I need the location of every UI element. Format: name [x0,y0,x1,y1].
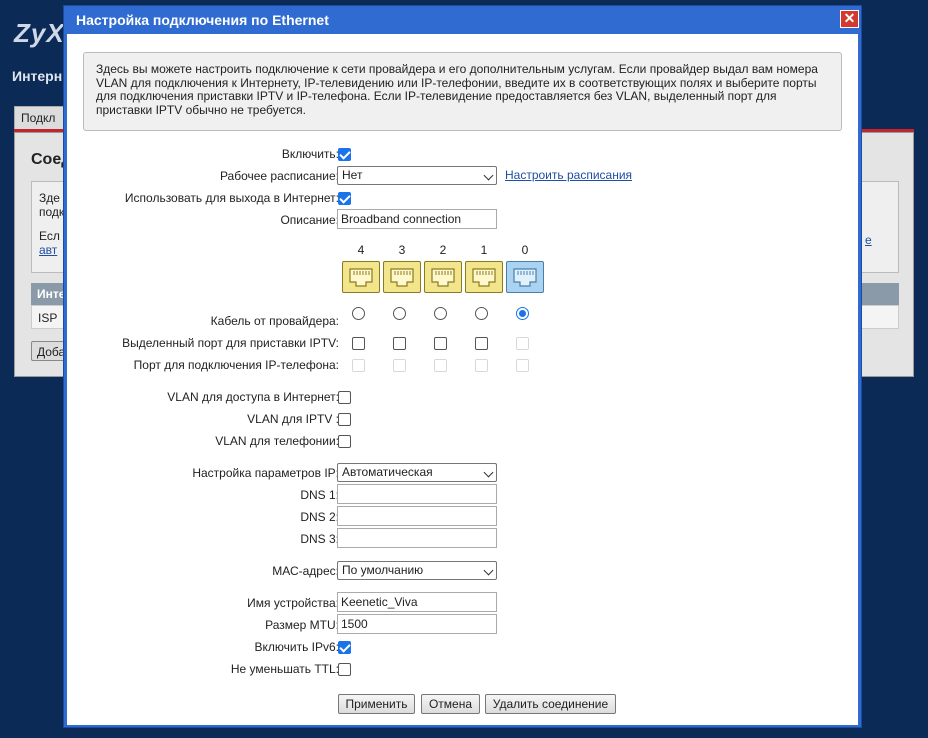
phone-port-checkbox-4 [352,359,365,372]
dns1-label: DNS 1: [300,488,339,502]
schedule-select[interactable]: Нет [337,166,497,185]
device-name-label: Имя устройства: [247,596,339,610]
iptv-port-checkbox-0 [516,337,529,350]
ethernet-port-icon [383,261,421,293]
iptv-port-checkbox-2[interactable] [434,337,447,350]
ttl-label: Не уменьшать TTL: [230,662,339,676]
provider-cable-radio-4[interactable] [352,307,365,320]
dns3-input[interactable] [337,528,497,548]
vlan-phone-label: VLAN для телефонии: [215,434,339,448]
ip-settings-label: Настройка параметров IP: [192,466,339,480]
chevron-down-icon [483,565,494,576]
dns2-label: DNS 2: [300,510,339,524]
vlan-phone-checkbox[interactable] [338,435,351,448]
description-label: Описание: [280,213,339,227]
panel-text-line: Зде подк [39,191,65,219]
port-number: 3 [398,243,406,257]
use-internet-label: Использовать для выхода в Интернет: [124,191,339,205]
ipv6-checkbox[interactable] [338,641,351,654]
vlan-internet-label: VLAN для доступа в Интернет: [167,390,339,404]
provider-cable-radio-2[interactable] [434,307,447,320]
ttl-checkbox[interactable] [338,663,351,676]
mac-select[interactable]: По умолчанию [337,561,497,580]
ethernet-port-icon [342,261,380,293]
port-number: 0 [521,243,529,257]
iptv-port-checkbox-1[interactable] [475,337,488,350]
port-number: 2 [439,243,447,257]
phone-port-label: Порт для подключения IP-телефона: [133,358,339,372]
mtu-input[interactable]: 1500 [337,614,497,634]
port-number: 1 [480,243,488,257]
ethernet-port-icon [424,261,462,293]
phone-port-checkbox-0 [516,359,529,372]
iptv-port-checkbox-4[interactable] [352,337,365,350]
dialog-body: Здесь вы можете настроить подключение к … [67,34,858,725]
cancel-button[interactable]: Отмена [421,694,480,714]
iptv-port-checkbox-3[interactable] [393,337,406,350]
mac-label: МАС-адрес: [272,564,339,578]
iptv-port-label: Выделенный порт для приставки IPTV: [122,336,339,350]
dns1-input[interactable] [337,484,497,504]
use-internet-checkbox[interactable] [338,192,351,205]
chevron-down-icon [483,467,494,478]
page-heading: Интерн [12,68,63,84]
vlan-iptv-label: VLAN для IPTV : [247,412,339,426]
device-name-input[interactable]: Keenetic_Viva [337,592,497,612]
ip-settings-select[interactable]: Автоматическая [337,463,497,482]
brand-logo: ZyX [14,18,65,48]
phone-port-checkbox-1 [475,359,488,372]
ethernet-settings-dialog: Настройка подключения по Ethernet ✕ Здес… [63,5,862,728]
ethernet-port-icon [506,261,544,293]
dns2-input[interactable] [337,506,497,526]
vlan-internet-checkbox[interactable] [338,391,351,404]
provider-cable-radio-3[interactable] [393,307,406,320]
dialog-title: Настройка подключения по Ethernet [76,12,329,28]
apply-button[interactable]: Применить [338,694,415,714]
close-icon[interactable]: ✕ [840,10,859,28]
schedule-label: Рабочее расписание: [219,169,339,183]
phone-port-checkbox-3 [393,359,406,372]
description-input[interactable]: Broadband connection [337,209,497,229]
mtu-label: Размер MTU: [265,618,339,632]
phone-port-checkbox-2 [434,359,447,372]
provider-cable-radio-1[interactable] [475,307,488,320]
chevron-down-icon [483,170,494,181]
dns3-label: DNS 3: [300,532,339,546]
panel-text-line: Есл авт [39,229,60,257]
port-number: 4 [357,243,365,257]
provider-cable-radio-0[interactable] [516,307,529,320]
configure-schedules-link[interactable]: Настроить расписания [505,168,632,182]
vlan-iptv-checkbox[interactable] [338,413,351,426]
enable-label: Включить: [281,147,339,161]
intro-text: Здесь вы можете настроить подключение к … [83,52,842,131]
ipv6-label: Включить IPv6: [254,640,339,654]
enable-checkbox[interactable] [338,148,351,161]
delete-connection-button[interactable]: Удалить соединение [485,694,616,714]
panel-link[interactable]: е [865,233,872,247]
provider-cable-label: Кабель от провайдера: [210,314,339,328]
ethernet-port-icon [465,261,503,293]
